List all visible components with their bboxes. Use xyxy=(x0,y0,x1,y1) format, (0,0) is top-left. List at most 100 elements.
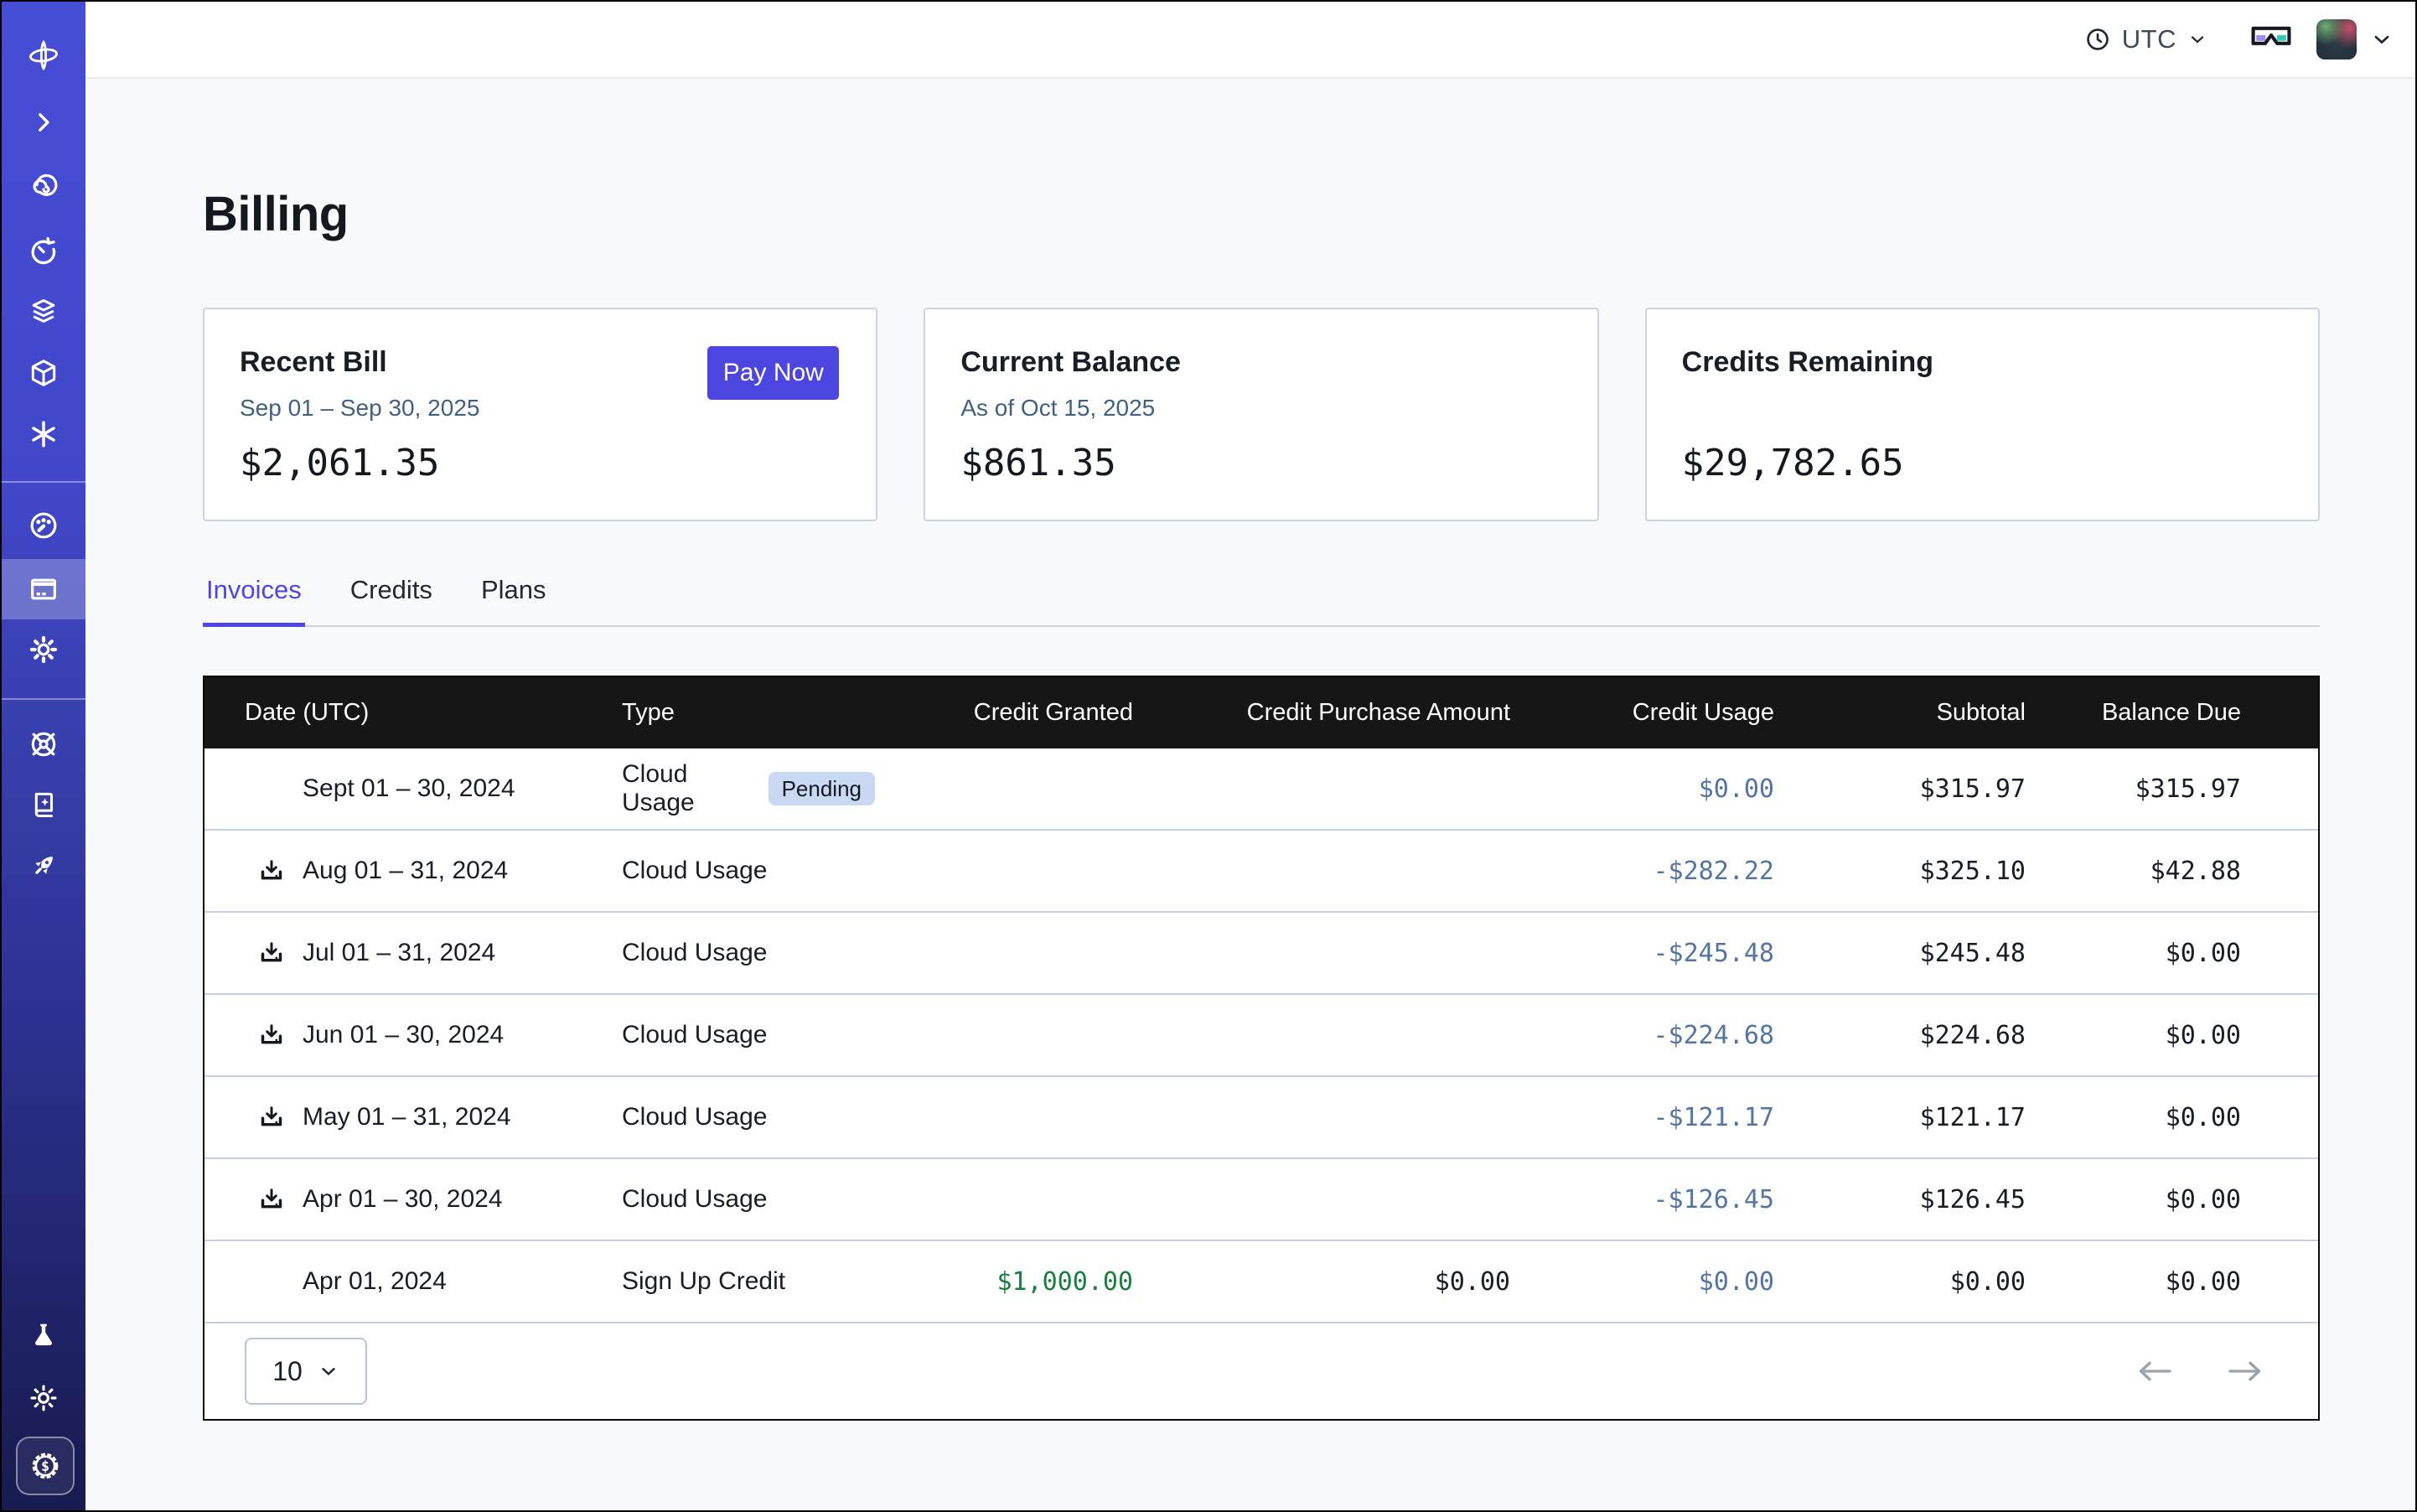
invoice-row: May 01 – 31, 2024Cloud Usage-$121.17$121… xyxy=(204,1077,2318,1159)
user-avatar[interactable] xyxy=(2316,19,2357,60)
download-invoice-button[interactable] xyxy=(256,938,287,968)
credit-usage-cell: $0.00 xyxy=(1537,774,1801,804)
card-title: Current Balance xyxy=(960,346,1181,379)
balance-due-cell: $0.00 xyxy=(2052,1021,2321,1050)
asterisk-icon[interactable] xyxy=(2,404,85,464)
invoice-type-cell: Cloud Usage xyxy=(586,1185,875,1214)
invoice-date: Jul 01 – 31, 2024 xyxy=(303,939,495,967)
download-invoice-button[interactable] xyxy=(256,1184,287,1214)
card-amount: $2,061.35 xyxy=(240,442,439,484)
card-amount: $861.35 xyxy=(960,442,1115,484)
invoice-row: Aug 01 – 31, 2024Cloud Usage-$282.22$325… xyxy=(204,831,2318,913)
sidebar: $ xyxy=(2,2,85,1510)
topbar: UTC xyxy=(85,2,2415,79)
timer-icon[interactable] xyxy=(2,220,85,281)
download-invoice-button[interactable] xyxy=(256,856,287,886)
main-content: Billing Recent Bill Sep 01 – Sep 30, 202… xyxy=(85,79,2415,1510)
recent-bill-card: Recent Bill Sep 01 – Sep 30, 2025 $2,061… xyxy=(203,308,877,521)
flask-icon[interactable] xyxy=(2,1306,85,1366)
card-subtitle: As of Oct 15, 2025 xyxy=(960,395,1155,422)
card-title: Recent Bill xyxy=(240,346,387,379)
previous-page-arrow[interactable] xyxy=(2135,1359,2174,1384)
page-size-value: 10 xyxy=(272,1356,303,1387)
balance-due-cell: $0.00 xyxy=(2052,1103,2321,1132)
column-header-type: Type xyxy=(586,699,875,727)
tab-credits[interactable]: Credits xyxy=(347,563,436,625)
invoice-type-cell: Cloud UsagePending xyxy=(586,760,875,817)
invoice-date: Jun 01 – 30, 2024 xyxy=(303,1021,504,1049)
subtotal-cell: $224.68 xyxy=(1801,1021,2052,1050)
column-header-date: Date (UTC) xyxy=(204,699,586,727)
invoice-type: Cloud Usage xyxy=(622,1103,767,1131)
cube-icon[interactable] xyxy=(2,343,85,403)
invoice-type: Cloud Usage xyxy=(622,1185,767,1214)
page-size-select[interactable]: 10 xyxy=(245,1338,367,1405)
balance-due-cell: $0.00 xyxy=(2052,1185,2321,1214)
download-invoice-button[interactable] xyxy=(256,1020,287,1050)
sidebar-item-billing[interactable] xyxy=(2,559,85,619)
chevron-down-icon xyxy=(2187,29,2207,49)
svg-text:$: $ xyxy=(41,1458,49,1474)
pay-now-button[interactable]: Pay Now xyxy=(707,346,839,400)
next-page-arrow[interactable] xyxy=(2226,1359,2264,1384)
subtotal-cell: $0.00 xyxy=(1801,1267,2052,1297)
status-badge: Pending xyxy=(769,772,875,805)
invoice-type-cell: Cloud Usage xyxy=(586,1021,875,1049)
billing-tabs: Invoices Credits Plans xyxy=(203,563,2320,627)
credits-button[interactable]: $ xyxy=(16,1437,75,1495)
invoice-date: Sept 01 – 30, 2024 xyxy=(303,774,515,803)
invoice-type: Sign Up Credit xyxy=(622,1267,785,1296)
rocket-icon[interactable] xyxy=(2,836,85,896)
invoice-date: May 01 – 31, 2024 xyxy=(303,1103,511,1131)
gear-icon[interactable] xyxy=(2,619,85,680)
credit-usage-cell: -$126.45 xyxy=(1537,1185,1801,1214)
credit-usage-cell: -$245.48 xyxy=(1537,939,1801,968)
credit-granted-cell: $1,000.00 xyxy=(875,1267,1160,1297)
card-amount: $29,782.65 xyxy=(1682,442,1904,484)
spiral-icon[interactable] xyxy=(2,159,85,220)
invoice-row: Apr 01, 2024 Sign Up Credit $1,000.00 $0.00… xyxy=(204,1241,2318,1323)
invoice-type: Cloud Usage xyxy=(622,857,767,885)
dollar-badge-icon: $ xyxy=(28,1449,62,1483)
invoice-date-cell: Aug 01 – 31, 2024 xyxy=(204,856,586,886)
credit-usage-cell: $0.00 xyxy=(1537,1267,1801,1297)
download-invoice-icon xyxy=(256,1020,287,1050)
credit-usage-cell: -$224.68 xyxy=(1537,1021,1801,1050)
sun-icon[interactable] xyxy=(2,1368,85,1428)
tab-invoices[interactable]: Invoices xyxy=(203,563,305,625)
column-header-credit-granted: Credit Granted xyxy=(875,699,1160,727)
invoice-date: Apr 01, 2024 xyxy=(303,1267,447,1296)
download-invoice-icon xyxy=(256,938,287,968)
invoice-date-cell: Sept 01 – 30, 2024 xyxy=(204,774,586,804)
balance-due-cell: $0.00 xyxy=(2052,1267,2321,1297)
download-invoice-button[interactable] xyxy=(256,1102,287,1132)
invoice-date-cell: May 01 – 31, 2024 xyxy=(204,1102,586,1132)
table-footer: 10 xyxy=(204,1323,2318,1419)
download-invoice-icon xyxy=(256,1102,287,1132)
invoice-date-cell: Jul 01 – 31, 2024 xyxy=(204,938,586,968)
timezone-label: UTC xyxy=(2122,24,2176,54)
invoice-row: Apr 01 – 30, 2024Cloud Usage-$126.45$126… xyxy=(204,1159,2318,1241)
table-body: Sept 01 – 30, 2024Cloud UsagePending$0.0… xyxy=(204,748,2318,1323)
account-menu-chevron-icon[interactable] xyxy=(2370,28,2394,51)
timezone-selector[interactable]: UTC xyxy=(2084,24,2207,54)
invoice-date-cell: Jun 01 – 30, 2024 xyxy=(204,1020,586,1050)
subtotal-cell: $121.17 xyxy=(1801,1103,2052,1132)
layers-icon[interactable] xyxy=(2,282,85,342)
orbit-logo-icon[interactable] xyxy=(2,25,85,85)
invoice-row: Jul 01 – 31, 2024Cloud Usage-$245.48$245… xyxy=(204,913,2318,995)
book-sparkle-icon[interactable] xyxy=(2,774,85,835)
current-balance-card: Current Balance As of Oct 15, 2025 $861.… xyxy=(924,308,1598,521)
expand-chevron-right-icon[interactable] xyxy=(2,92,85,153)
download-invoice-icon xyxy=(256,856,287,886)
helm-icon[interactable] xyxy=(2,714,85,774)
theme-glasses-button[interactable] xyxy=(2251,23,2291,56)
subtotal-cell: $245.48 xyxy=(1801,939,2052,968)
gauge-icon[interactable] xyxy=(2,495,85,556)
tab-plans[interactable]: Plans xyxy=(478,563,550,625)
card-title: Credits Remaining xyxy=(1682,346,1933,379)
invoice-date: Apr 01 – 30, 2024 xyxy=(303,1185,503,1214)
invoice-date: Aug 01 – 31, 2024 xyxy=(303,857,508,885)
card-subtitle: Sep 01 – Sep 30, 2025 xyxy=(240,395,479,422)
column-header-credit-usage: Credit Usage xyxy=(1537,699,1801,727)
